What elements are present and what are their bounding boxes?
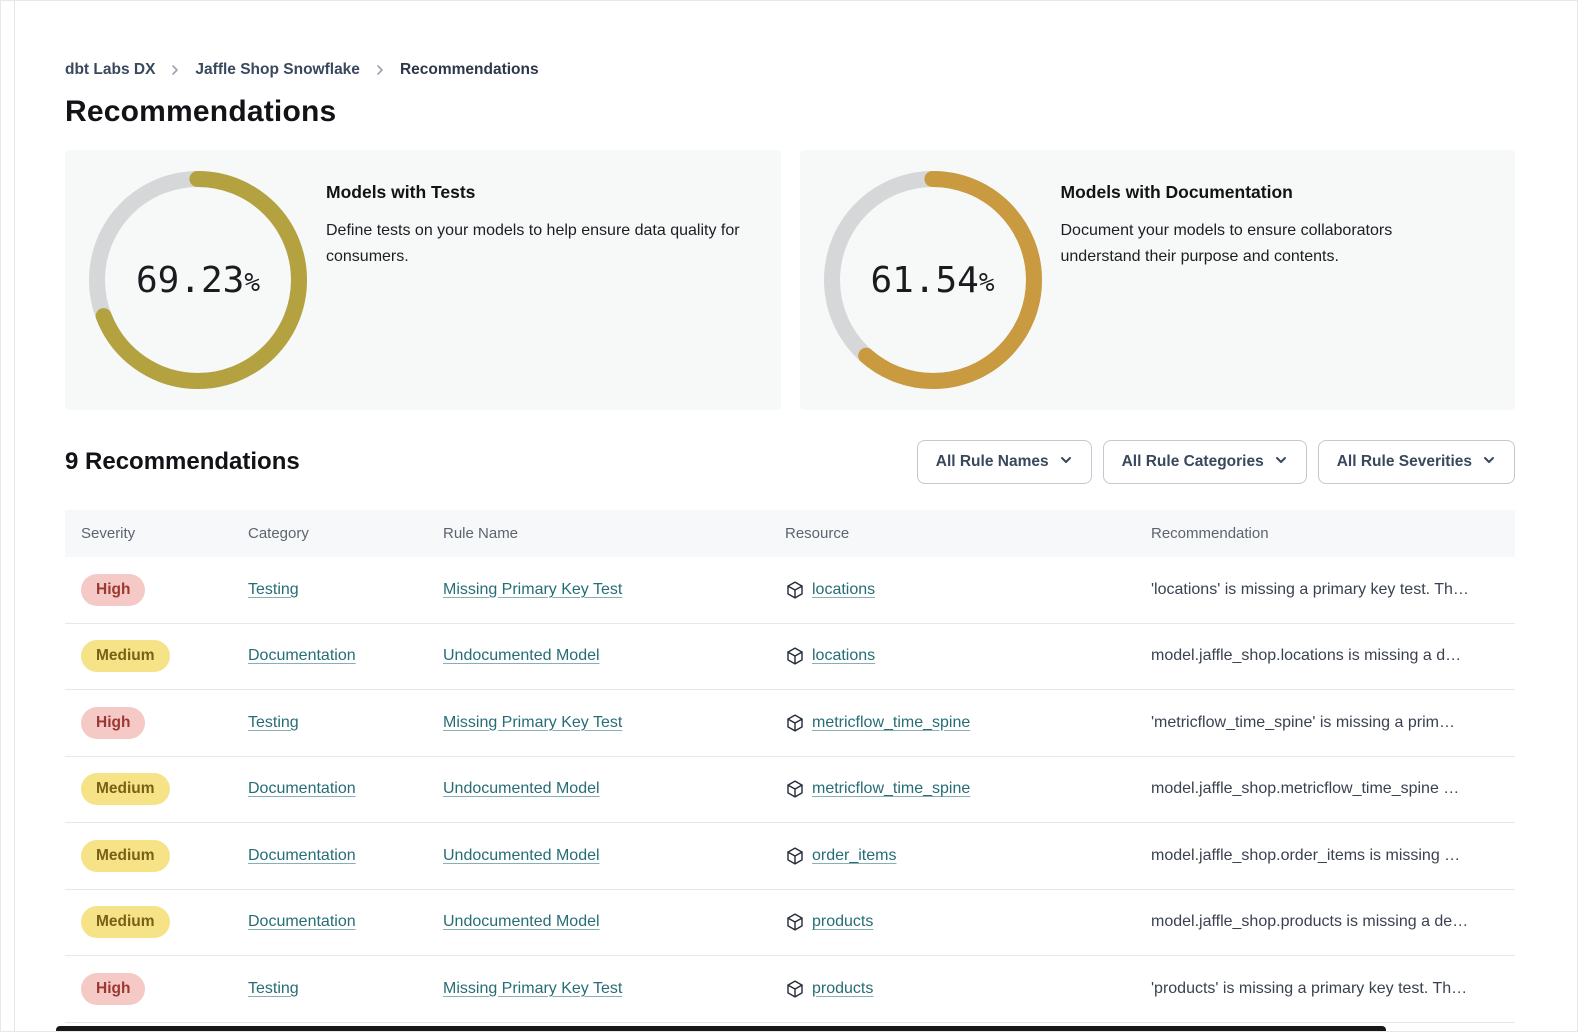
tests-donut-chart: 69.23% [89,171,307,389]
rule-name-link[interactable]: Undocumented Model [443,847,600,865]
recommendation-text: 'metricflow_time_spine' is missing a pri… [1151,714,1455,732]
rule-name-link[interactable]: Undocumented Model [443,647,600,665]
recommendation-text: 'products' is missing a primary key test… [1151,980,1467,998]
rule-name-link[interactable]: Missing Primary Key Test [443,581,622,599]
sidebar-divider [14,1,15,1032]
breadcrumb-current-page: Recommendations [400,61,539,79]
category-link[interactable]: Documentation [248,913,356,931]
rule-severities-filter-dropdown[interactable]: All Rule Severities [1318,440,1515,484]
table-row: High Testing Missing Primary Key Test metri… [65,690,1515,757]
recommendations-table: Severity Category Rule Name Resource Rec… [65,510,1515,1023]
chevron-right-icon [169,64,181,76]
rule-name-link[interactable]: Undocumented Model [443,913,600,931]
model-cube-icon [785,779,805,799]
tests-card-title: Models with Tests [326,182,761,203]
breadcrumb-account-link[interactable]: dbt Labs DX [65,61,155,79]
resource-link[interactable]: locations [812,647,875,665]
model-cube-icon [785,580,805,600]
model-cube-icon [785,646,805,666]
severity-badge: Medium [81,840,170,872]
recommendation-text: model.jaffle_shop.metricflow_time_spine … [1151,780,1459,798]
column-header-category: Category [248,525,443,542]
tests-card-description: Define tests on your models to help ensu… [326,218,761,270]
chevron-down-icon [1059,452,1073,472]
recommendations-count: 9 Recommendations [65,448,300,476]
category-link[interactable]: Testing [248,714,299,732]
model-cube-icon [785,713,805,733]
rule-categories-filter-dropdown[interactable]: All Rule Categories [1103,440,1307,484]
recommendation-text: model.jaffle_shop.locations is missing a… [1151,647,1461,665]
summary-cards: 69.23% Models with Tests Define tests on… [65,150,1515,410]
severity-badge: High [81,574,145,606]
rule-name-link[interactable]: Missing Primary Key Test [443,980,622,998]
chevron-down-icon [1274,452,1288,472]
table-row: Medium Documentation Undocumented Model loc… [65,624,1515,691]
resource-link[interactable]: metricflow_time_spine [812,780,970,798]
table-header-row: Severity Category Rule Name Resource Rec… [65,510,1515,557]
model-cube-icon [785,979,805,999]
category-link[interactable]: Documentation [248,847,356,865]
breadcrumb: dbt Labs DX Jaffle Shop Snowflake Recomm… [65,61,1515,79]
horizontal-scrollbar-thumb[interactable] [56,1026,1386,1032]
column-header-rule-name: Rule Name [443,525,785,542]
rule-names-filter-label: All Rule Names [936,453,1049,471]
card-models-with-tests: 69.23% Models with Tests Define tests on… [65,150,781,410]
category-link[interactable]: Documentation [248,647,356,665]
severity-badge: High [81,973,145,1005]
table-row: Medium Documentation Undocumented Model pro… [65,890,1515,957]
rule-names-filter-dropdown[interactable]: All Rule Names [917,440,1092,484]
severity-badge: Medium [81,640,170,672]
column-header-severity: Severity [65,525,248,542]
severity-badge: Medium [81,906,170,938]
category-link[interactable]: Testing [248,980,299,998]
model-cube-icon [785,912,805,932]
column-header-recommendation: Recommendation [1151,525,1515,542]
tests-card-text: Models with Tests Define tests on your m… [326,171,761,270]
docs-card-description: Document your models to ensure collabora… [1061,218,1456,270]
table-row: Medium Documentation Undocumented Model ord… [65,823,1515,890]
category-link[interactable]: Testing [248,581,299,599]
severity-badge: High [81,707,145,739]
recommendation-text: 'locations' is missing a primary key tes… [1151,581,1469,599]
table-row: Medium Documentation Undocumented Model met… [65,757,1515,824]
recommendation-text: model.jaffle_shop.order_items is missing… [1151,847,1460,865]
column-header-resource: Resource [785,525,1151,542]
docs-donut-chart: 61.54% [824,171,1042,389]
list-toolbar: 9 Recommendations All Rule Names All Rul… [65,440,1515,484]
resource-link[interactable]: locations [812,581,875,599]
resource-link[interactable]: products [812,913,873,931]
tests-percent-value: 69.23% [89,171,307,389]
model-cube-icon [785,846,805,866]
docs-card-text: Models with Documentation Document your … [1061,171,1456,270]
docs-card-title: Models with Documentation [1061,182,1456,203]
rule-name-link[interactable]: Undocumented Model [443,780,600,798]
table-row: High Testing Missing Primary Key Test locat… [65,557,1515,624]
resource-link[interactable]: order_items [812,847,896,865]
table-body: High Testing Missing Primary Key Test locat… [65,557,1515,1023]
resource-link[interactable]: products [812,980,873,998]
severity-badge: Medium [81,773,170,805]
rule-name-link[interactable]: Missing Primary Key Test [443,714,622,732]
rule-severities-filter-label: All Rule Severities [1337,453,1472,471]
page-title: Recommendations [65,95,1515,129]
chevron-down-icon [1482,452,1496,472]
docs-percent-value: 61.54% [824,171,1042,389]
breadcrumb-project-link[interactable]: Jaffle Shop Snowflake [195,61,360,79]
rule-categories-filter-label: All Rule Categories [1122,453,1264,471]
recommendation-text: model.jaffle_shop.products is missing a … [1151,913,1468,931]
chevron-right-icon [374,64,386,76]
resource-link[interactable]: metricflow_time_spine [812,714,970,732]
card-models-with-documentation: 61.54% Models with Documentation Documen… [800,150,1516,410]
main-content: dbt Labs DX Jaffle Shop Snowflake Recomm… [65,1,1515,1023]
app-viewport: dbt Labs DX Jaffle Shop Snowflake Recomm… [0,0,1578,1032]
filter-group: All Rule Names All Rule Categories All R… [917,440,1515,484]
category-link[interactable]: Documentation [248,780,356,798]
table-row: High Testing Missing Primary Key Test produ… [65,956,1515,1023]
